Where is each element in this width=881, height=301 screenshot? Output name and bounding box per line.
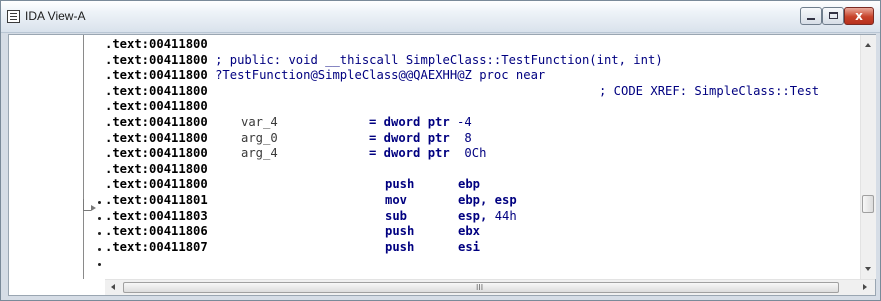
scroll-down-icon[interactable] (865, 267, 871, 271)
disasm-line[interactable]: .text:00411800 ?TestFunction@SimpleClass… (105, 68, 860, 84)
line-address: .text:00411806 (105, 224, 208, 239)
maximize-icon (829, 12, 838, 19)
line-address: .text:00411800 (105, 114, 208, 129)
stack-variable-name[interactable]: arg_0 (241, 131, 278, 147)
line-text: ; public: void __thiscall SimpleClass::T… (207, 52, 663, 67)
line-address: .text:00411800 (105, 83, 208, 98)
gutter-bottom (9, 279, 105, 295)
minimize-button[interactable] (800, 7, 822, 25)
disasm-line[interactable]: .text:00411800 push ebp (105, 177, 860, 193)
operand-register: ebx (458, 224, 481, 239)
instruction-mnemonic[interactable]: mov (385, 193, 407, 209)
operand-register: esp, (458, 208, 495, 223)
instruction-dot (98, 232, 101, 235)
line-text: ?TestFunction@SimpleClass@@QAEXHH@Z proc… (207, 68, 546, 83)
close-button[interactable]: x (844, 7, 874, 25)
stack-variable-offset: -4 (449, 114, 472, 129)
disasm-line[interactable]: .text:00411803 sub esp, 44h (105, 209, 860, 225)
flow-line (83, 35, 84, 279)
disassembly-listing[interactable]: .text:00411800 .text:00411800 ; public: v… (105, 37, 860, 277)
disasm-line[interactable]: .text:00411800 ; CODE XREF: SimpleClass::… (105, 84, 860, 100)
instruction-dot (98, 248, 101, 251)
arrow-gutter (9, 35, 105, 279)
instruction-operands[interactable]: ebp (458, 177, 480, 193)
instruction-mnemonic[interactable]: push (385, 177, 414, 193)
stack-variable-offset: 0Ch (449, 146, 487, 161)
window-title: IDA View-A (25, 9, 86, 23)
line-address: .text:00411801 (105, 192, 208, 207)
line-address: .text:00411807 (105, 239, 208, 254)
operand-immediate: 44h (494, 208, 517, 223)
instruction-operands[interactable]: ebp, esp (458, 193, 517, 209)
stack-variable-name[interactable]: var_4 (241, 115, 278, 131)
line-address: .text:00411800 (105, 52, 208, 67)
disasm-line[interactable]: .text:00411800 (105, 162, 860, 178)
instruction-mnemonic[interactable]: sub (385, 209, 407, 225)
operand-register: ebp (458, 177, 481, 192)
line-address: .text:00411800 (105, 177, 208, 192)
line-address: .text:00411800 (105, 99, 208, 114)
line-address: .text:00411800 (105, 37, 208, 51)
stack-variable-def: = dword ptr -4 (369, 115, 472, 131)
disasm-line[interactable]: .text:00411800 ; public: void __thiscall… (105, 53, 860, 69)
disasm-line[interactable]: .text:00411806 push ebx (105, 224, 860, 240)
scroll-right-icon[interactable] (863, 284, 867, 290)
instruction-mnemonic[interactable]: push (385, 240, 414, 256)
stack-variable-def: = dword ptr 0Ch (369, 146, 486, 162)
vertical-scroll-thumb[interactable] (862, 195, 874, 213)
disasm-line[interactable]: .text:00411801 mov ebp, esp (105, 193, 860, 209)
instruction-operands[interactable]: esp, 44h (458, 209, 517, 225)
disasm-line[interactable]: .text:00411800 arg_4 = dword ptr 0Ch (105, 146, 860, 162)
horizontal-scrollbar[interactable]: III (105, 279, 875, 295)
disasm-line[interactable]: .text:00411807 push esi (105, 240, 860, 256)
title-bar[interactable]: IDA View-A x (1, 1, 880, 33)
stack-variable-def: = dword ptr 8 (369, 131, 472, 147)
scroll-left-icon[interactable] (111, 284, 115, 290)
minimize-icon (807, 18, 815, 20)
stack-variable-name[interactable]: arg_4 (241, 146, 278, 162)
jump-arrow-icon (83, 199, 91, 211)
line-address: .text:00411800 (105, 130, 208, 145)
document-icon (7, 10, 20, 23)
instruction-dot (98, 201, 101, 204)
disasm-line[interactable]: .text:00411800 arg_0 = dword ptr 8 (105, 131, 860, 147)
stack-variable-type: = dword ptr (369, 130, 450, 145)
instruction-operands[interactable]: ebx (458, 224, 480, 240)
ida-view-window: IDA View-A x .text:00411800 .text:0041180… (0, 0, 881, 301)
line-address: .text:00411803 (105, 208, 208, 223)
stack-variable-offset: 8 (449, 130, 472, 145)
close-icon: x (855, 9, 863, 23)
horizontal-scroll-thumb[interactable]: III (123, 282, 839, 293)
stack-variable-type: = dword ptr (369, 146, 450, 161)
arrow-head (91, 205, 96, 211)
xref-comment[interactable]: ; CODE XREF: SimpleClass::Test (599, 84, 819, 100)
scroll-up-icon[interactable] (865, 43, 871, 47)
operand-register: esi (458, 239, 481, 254)
vertical-scrollbar[interactable] (860, 35, 876, 279)
line-address: .text:00411800 (105, 161, 208, 176)
instruction-dot (98, 263, 101, 266)
stack-variable-type: = dword ptr (369, 114, 450, 129)
line-address: .text:00411800 (105, 146, 208, 161)
disassembly-view[interactable]: .text:00411800 .text:00411800 ; public: v… (8, 34, 876, 296)
instruction-operands[interactable]: esi (458, 240, 480, 256)
scroll-grip: III (476, 283, 484, 292)
instruction-mnemonic[interactable]: push (385, 224, 414, 240)
disasm-line[interactable]: .text:00411800 var_4 = dword ptr -4 (105, 115, 860, 131)
maximize-button[interactable] (822, 7, 844, 25)
instruction-dot (98, 217, 101, 220)
disasm-line[interactable]: .text:00411800 (105, 99, 860, 115)
operand-register: ebp, esp (458, 192, 517, 207)
disasm-line[interactable]: .text:00411800 (105, 37, 860, 53)
line-address: .text:00411800 (105, 68, 208, 83)
